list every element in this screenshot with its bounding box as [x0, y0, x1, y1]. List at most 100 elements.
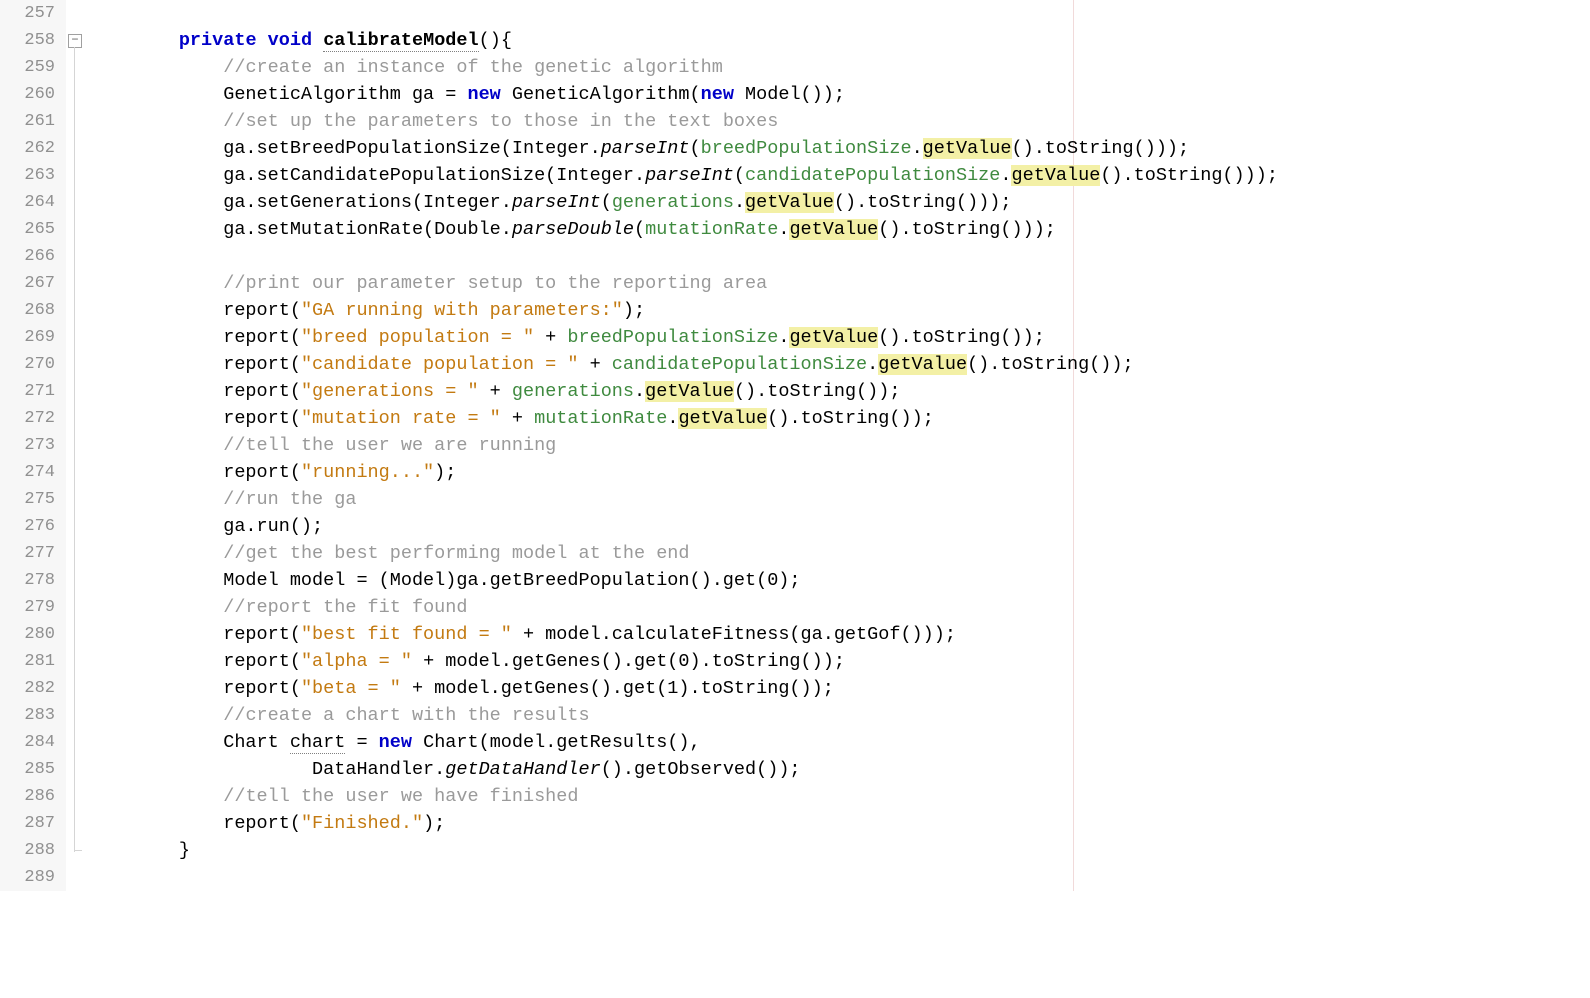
fold-gutter: [66, 486, 84, 513]
code-line[interactable]: 273 //tell the user we are running: [0, 432, 1590, 459]
code-line[interactable]: 287 report("Finished.");: [0, 810, 1590, 837]
code-content[interactable]: report("beta = " + model.getGenes().get(…: [84, 675, 1590, 702]
code-line[interactable]: 269 report("breed population = " + breed…: [0, 324, 1590, 351]
fold-gutter: −: [66, 27, 84, 54]
code-content[interactable]: //set up the parameters to those in the …: [84, 108, 1590, 135]
fold-gutter: [66, 540, 84, 567]
code-line[interactable]: 266: [0, 243, 1590, 270]
line-number: 277: [0, 540, 66, 567]
code-line[interactable]: 260 GeneticAlgorithm ga = new GeneticAlg…: [0, 81, 1590, 108]
code-content[interactable]: }: [84, 837, 1590, 864]
fold-gutter: [66, 270, 84, 297]
code-line[interactable]: 267 //print our parameter setup to the r…: [0, 270, 1590, 297]
code-content[interactable]: [84, 864, 1590, 891]
code-content[interactable]: report("best fit found = " + model.calcu…: [84, 621, 1590, 648]
code-line[interactable]: 283 //create a chart with the results: [0, 702, 1590, 729]
code-content[interactable]: GeneticAlgorithm ga = new GeneticAlgorit…: [84, 81, 1590, 108]
line-number: 260: [0, 81, 66, 108]
fold-collapse-icon[interactable]: −: [68, 34, 82, 48]
code-line[interactable]: 288 }: [0, 837, 1590, 864]
code-line[interactable]: 257: [0, 0, 1590, 27]
code-line[interactable]: 265 ga.setMutationRate(Double.parseDoubl…: [0, 216, 1590, 243]
code-line[interactable]: 285 DataHandler.getDataHandler().getObse…: [0, 756, 1590, 783]
fold-gutter: [66, 810, 84, 837]
code-content[interactable]: ga.setGenerations(Integer.parseInt(gener…: [84, 189, 1590, 216]
code-line[interactable]: 272 report("mutation rate = " + mutation…: [0, 405, 1590, 432]
code-content[interactable]: Chart chart = new Chart(model.getResults…: [84, 729, 1590, 756]
code-line[interactable]: 264 ga.setGenerations(Integer.parseInt(g…: [0, 189, 1590, 216]
code-content[interactable]: //get the best performing model at the e…: [84, 540, 1590, 567]
code-line[interactable]: 276 ga.run();: [0, 513, 1590, 540]
search-highlight: getValue: [1011, 165, 1100, 186]
code-line[interactable]: 280 report("best fit found = " + model.c…: [0, 621, 1590, 648]
code-content[interactable]: report("candidate population = " + candi…: [84, 351, 1590, 378]
code-line[interactable]: 263 ga.setCandidatePopulationSize(Intege…: [0, 162, 1590, 189]
code-content[interactable]: //print our parameter setup to the repor…: [84, 270, 1590, 297]
code-content[interactable]: //report the fit found: [84, 594, 1590, 621]
fold-gutter: [66, 621, 84, 648]
code-line[interactable]: 289: [0, 864, 1590, 891]
code-content[interactable]: [84, 0, 1590, 27]
code-line[interactable]: 259 //create an instance of the genetic …: [0, 54, 1590, 81]
line-number: 267: [0, 270, 66, 297]
search-highlight: getValue: [923, 138, 1012, 159]
code-line[interactable]: 277 //get the best performing model at t…: [0, 540, 1590, 567]
line-number: 273: [0, 432, 66, 459]
search-highlight: getValue: [878, 354, 967, 375]
code-content[interactable]: //create a chart with the results: [84, 702, 1590, 729]
code-content[interactable]: [84, 243, 1590, 270]
code-line[interactable]: 282 report("beta = " + model.getGenes().…: [0, 675, 1590, 702]
line-number: 259: [0, 54, 66, 81]
code-line[interactable]: 275 //run the ga: [0, 486, 1590, 513]
code-content[interactable]: //tell the user we have finished: [84, 783, 1590, 810]
code-content[interactable]: report("generations = " + generations.ge…: [84, 378, 1590, 405]
code-content[interactable]: //create an instance of the genetic algo…: [84, 54, 1590, 81]
fold-gutter: [66, 351, 84, 378]
line-number: 263: [0, 162, 66, 189]
code-content[interactable]: report("running...");: [84, 459, 1590, 486]
code-content[interactable]: ga.setCandidatePopulationSize(Integer.pa…: [84, 162, 1590, 189]
line-number: 261: [0, 108, 66, 135]
code-editor[interactable]: 257258− private void calibrateModel(){25…: [0, 0, 1590, 891]
code-content[interactable]: //run the ga: [84, 486, 1590, 513]
line-number: 264: [0, 189, 66, 216]
code-line[interactable]: 278 Model model = (Model)ga.getBreedPopu…: [0, 567, 1590, 594]
fold-gutter: [66, 216, 84, 243]
code-content[interactable]: ga.run();: [84, 513, 1590, 540]
line-number: 282: [0, 675, 66, 702]
line-number: 258: [0, 27, 66, 54]
code-line[interactable]: 279 //report the fit found: [0, 594, 1590, 621]
fold-gutter: [66, 81, 84, 108]
code-line[interactable]: 274 report("running...");: [0, 459, 1590, 486]
code-line[interactable]: 262 ga.setBreedPopulationSize(Integer.pa…: [0, 135, 1590, 162]
code-content[interactable]: report("mutation rate = " + mutationRate…: [84, 405, 1590, 432]
fold-gutter: [66, 648, 84, 675]
code-line[interactable]: 270 report("candidate population = " + c…: [0, 351, 1590, 378]
fold-gutter: [66, 54, 84, 81]
code-content[interactable]: report("breed population = " + breedPopu…: [84, 324, 1590, 351]
line-number: 288: [0, 837, 66, 864]
code-content[interactable]: Model model = (Model)ga.getBreedPopulati…: [84, 567, 1590, 594]
code-content[interactable]: private void calibrateModel(){: [84, 27, 1590, 54]
code-line[interactable]: 284 Chart chart = new Chart(model.getRes…: [0, 729, 1590, 756]
fold-gutter: [66, 405, 84, 432]
line-number: 272: [0, 405, 66, 432]
code-line[interactable]: 281 report("alpha = " + model.getGenes()…: [0, 648, 1590, 675]
code-content[interactable]: //tell the user we are running: [84, 432, 1590, 459]
code-content[interactable]: ga.setBreedPopulationSize(Integer.parseI…: [84, 135, 1590, 162]
code-content[interactable]: DataHandler.getDataHandler().getObserved…: [84, 756, 1590, 783]
line-number: 270: [0, 351, 66, 378]
fold-gutter: [66, 594, 84, 621]
code-content[interactable]: report("alpha = " + model.getGenes().get…: [84, 648, 1590, 675]
search-highlight: getValue: [789, 219, 878, 240]
code-line[interactable]: 261 //set up the parameters to those in …: [0, 108, 1590, 135]
code-line[interactable]: 271 report("generations = " + generation…: [0, 378, 1590, 405]
code-content[interactable]: report("GA running with parameters:");: [84, 297, 1590, 324]
code-line[interactable]: 286 //tell the user we have finished: [0, 783, 1590, 810]
code-line[interactable]: 258− private void calibrateModel(){: [0, 27, 1590, 54]
line-number: 274: [0, 459, 66, 486]
line-number: 289: [0, 864, 66, 891]
code-content[interactable]: ga.setMutationRate(Double.parseDouble(mu…: [84, 216, 1590, 243]
code-line[interactable]: 268 report("GA running with parameters:"…: [0, 297, 1590, 324]
code-content[interactable]: report("Finished.");: [84, 810, 1590, 837]
